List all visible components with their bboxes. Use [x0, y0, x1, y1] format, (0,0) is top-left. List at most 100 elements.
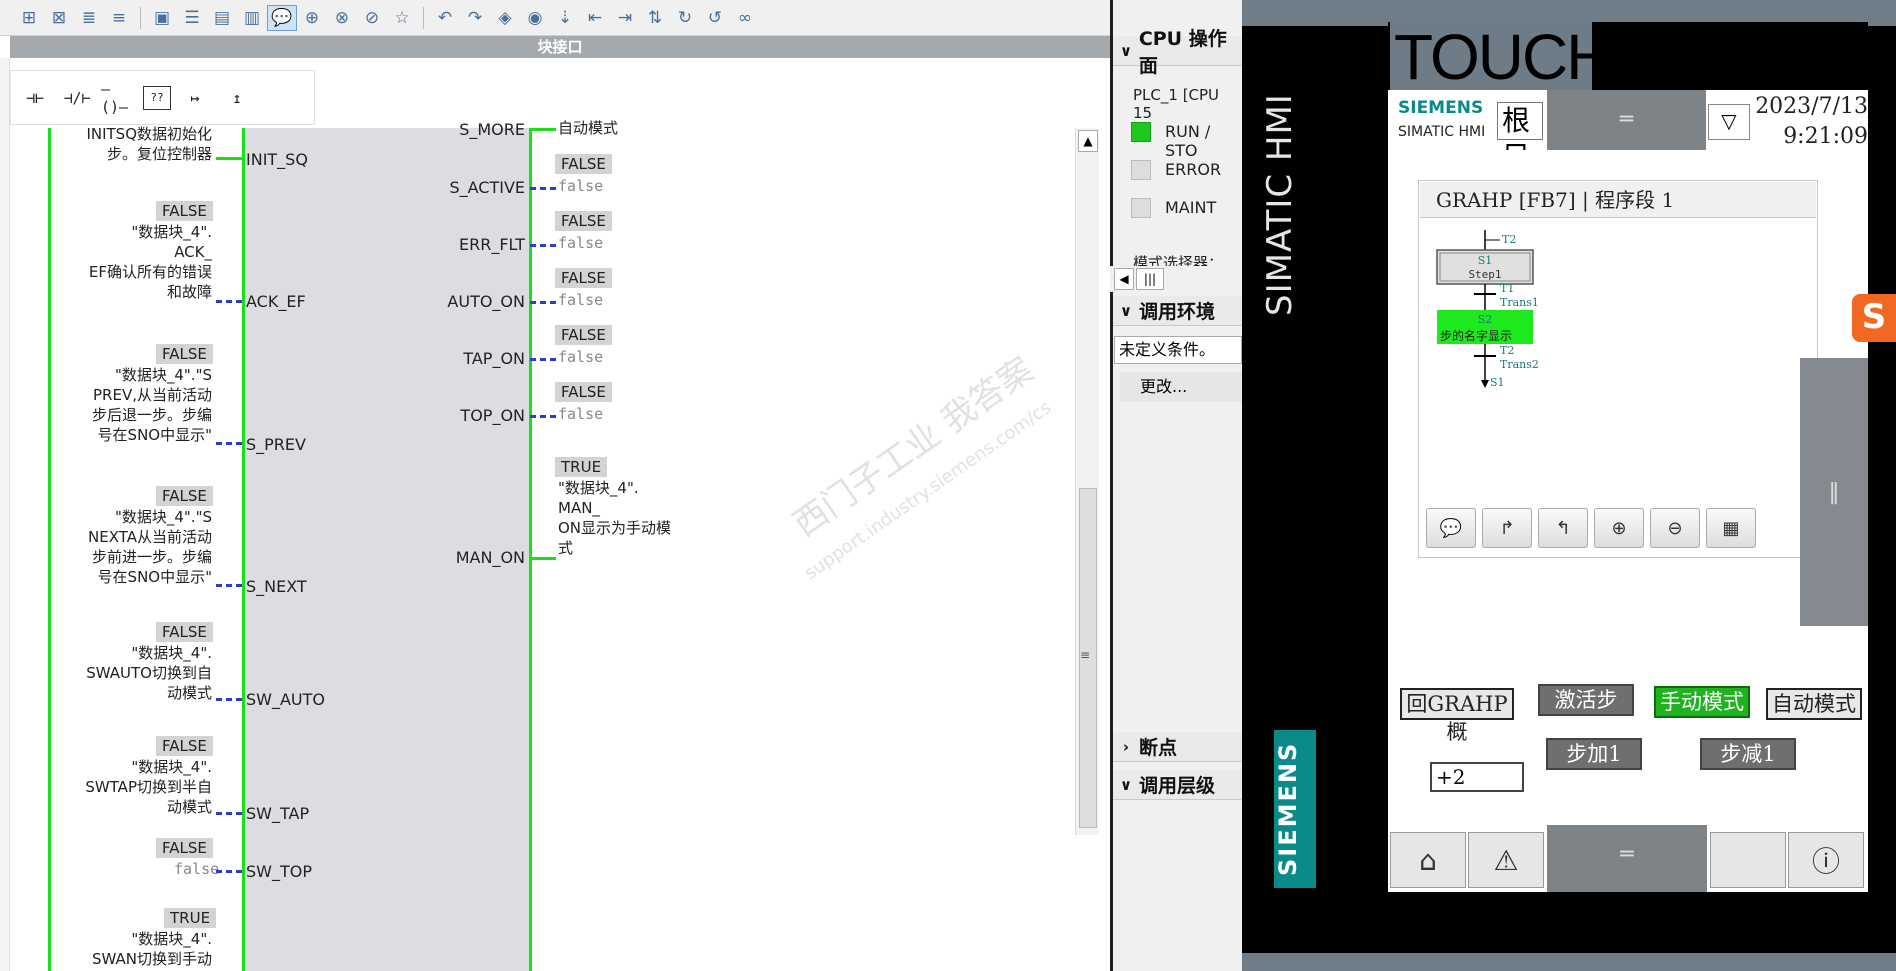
goto-step-icon[interactable]: ↱	[1482, 508, 1532, 548]
empty-box-icon[interactable]: ??	[143, 85, 171, 110]
monitor-off-icon[interactable]: ↺	[700, 5, 730, 31]
operand-display-icon[interactable]: ⊗	[327, 5, 357, 31]
hmi-time: 9:21:09	[1783, 124, 1868, 149]
input-method-badge[interactable]: S	[1852, 294, 1896, 342]
coil-icon[interactable]: –()–	[101, 80, 137, 116]
tag-info-icon[interactable]: ⊘	[357, 5, 387, 31]
screen-name-field[interactable]: 根目	[1497, 102, 1543, 173]
open-branch-icon[interactable]: ↦	[177, 81, 213, 115]
insert-row-icon[interactable]: ≣	[74, 5, 104, 31]
chevron-down-icon: ∨	[1119, 41, 1132, 60]
footer-slide-handle[interactable]: ═	[1547, 825, 1707, 892]
run-stop-led	[1131, 122, 1151, 142]
cpu-panel-title: CPU 操作面	[1138, 27, 1227, 77]
graph-window-title: GRAHP [FB7] | 程序段 1	[1420, 182, 1816, 218]
prev-error-icon[interactable]: ⇤	[580, 5, 610, 31]
back-to-graph-button[interactable]: 回GRAHP概	[1400, 688, 1514, 744]
open-all-icon[interactable]: ▤	[207, 5, 237, 31]
zoom-out-icon[interactable]: ⊖	[1650, 508, 1700, 548]
block-interface-bar[interactable]: 块接口	[10, 36, 1110, 58]
next-error-icon[interactable]: ⇥	[610, 5, 640, 31]
cpu-panel-header[interactable]: ∨ CPU 操作面	[1113, 28, 1245, 77]
editor-vertical-scrollbar[interactable]: ▲ ≡	[1075, 128, 1099, 835]
delete-network-icon[interactable]: ⊠	[44, 5, 74, 31]
call-hierarchy-header[interactable]: ∨ 调用层级	[1113, 770, 1245, 800]
modify-icon[interactable]: ◉	[520, 5, 550, 31]
cpu-name: PLC_1 [CPU 15	[1133, 86, 1220, 122]
step-value-field[interactable]: +2	[1430, 762, 1524, 792]
goto-next-icon[interactable]: ↷	[460, 5, 490, 31]
call-hierarchy-title: 调用层级	[1139, 775, 1216, 797]
ladder-element-bar: ⊣⊢ ⊣/⊢ –()– ?? ↦ ↥	[10, 70, 315, 125]
sort-icon[interactable]: ⇅	[640, 5, 670, 31]
maint-led	[1131, 198, 1151, 218]
hmi-bottom-bar	[1242, 953, 1896, 971]
monitor-on-icon[interactable]: ↻	[670, 5, 700, 31]
list-icon[interactable]: ☰	[177, 5, 207, 31]
tools-horizontal-scrollbar[interactable]: ◀ |||	[1110, 266, 1242, 292]
scroll-up-icon[interactable]: ▲	[1078, 130, 1098, 152]
side-slide-handle[interactable]: ‖	[1800, 358, 1868, 626]
pin-auto-on: AUTO_ON	[447, 292, 525, 311]
zoom-in-icon[interactable]: ⊕	[1594, 508, 1644, 548]
close-branch-icon[interactable]: ↥	[219, 81, 255, 115]
value-sw-man: TRUE	[164, 908, 217, 928]
download-icon[interactable]: ⇣	[550, 5, 580, 31]
value-top-on: FALSE	[555, 382, 612, 402]
step-up-button[interactable]: 步加1	[1546, 738, 1642, 770]
activate-step-button[interactable]: 激活步	[1538, 684, 1634, 716]
alarm-icon[interactable]: ⚠	[1468, 832, 1544, 888]
block-output-rail	[529, 128, 532, 971]
graph-sequence-diagram[interactable]: T2 S1 Step1 T1 Trans1 S2 步的名字显示 T2 Trans…	[1422, 222, 1622, 422]
toolbar-separator	[140, 6, 141, 29]
simatic-hmi-label: SIMATIC HMI	[1398, 124, 1486, 140]
chevron-down-icon[interactable]: ▽	[1708, 104, 1750, 140]
home-icon[interactable]: ⌂	[1390, 832, 1466, 888]
call-env-header[interactable]: ∨ 调用环境	[1113, 296, 1245, 326]
wire-s-next	[216, 584, 244, 587]
comment-sw-man: "数据块_4". SWAN切换到手动	[91, 930, 212, 968]
monitor-icon[interactable]: ◈	[490, 5, 520, 31]
change-button[interactable]: 更改...	[1120, 372, 1242, 402]
blank-footer-button[interactable]	[1710, 832, 1786, 888]
manual-mode-button[interactable]: 手动模式	[1654, 686, 1750, 718]
header-slide-handle[interactable]: ═	[1547, 90, 1706, 158]
breakpoint-header[interactable]: › 断点	[1113, 732, 1245, 762]
absolute-operand-icon[interactable]: ⊕	[297, 5, 327, 31]
pin-err-flt: ERR_FLT	[458, 235, 525, 254]
goto-back-icon[interactable]: ↰	[1538, 508, 1588, 548]
comment-ack-ef: "数据块_4". ACK_ EF确认所有的错误 和故障	[88, 223, 212, 301]
append-row-icon[interactable]: ≡	[104, 5, 134, 31]
comment-icon[interactable]: 💬	[267, 4, 297, 31]
run-stop-label: RUN / STO	[1165, 122, 1211, 160]
value-err-flt: FALSE	[555, 211, 612, 231]
chevron-down-icon: ∨	[1119, 301, 1133, 320]
value-sw-auto: FALSE	[156, 622, 213, 642]
siemens-vertical-logo: SIEMENS	[1274, 730, 1316, 888]
manual-control-icon[interactable]: ▦	[1706, 508, 1756, 548]
goto-icon[interactable]: ↶	[430, 5, 460, 31]
graph-step1-name: Step1	[1468, 268, 1501, 281]
auto-mode-button[interactable]: 自动模式	[1766, 688, 1862, 720]
step-down-button[interactable]: 步减1	[1700, 738, 1796, 770]
expand-icon[interactable]: ▣	[147, 5, 177, 31]
editor-left-edge	[0, 58, 10, 971]
favorites-icon[interactable]: ☆	[387, 5, 417, 31]
pin-man-on: MAN_ON	[455, 548, 525, 567]
wire-s-prev	[216, 442, 244, 445]
normally-closed-contact-icon[interactable]: ⊣/⊢	[59, 81, 95, 115]
normally-open-contact-icon[interactable]: ⊣⊢	[17, 81, 53, 115]
condition-field[interactable]: 未定义条件。	[1114, 336, 1242, 364]
wire-man-on	[530, 557, 556, 560]
glasses-icon[interactable]: ∞	[730, 5, 760, 31]
pin-tap-on: TAP_ON	[463, 349, 525, 368]
scroll-left-icon[interactable]: ◀	[1114, 268, 1134, 290]
graph-t1-number: T1	[1500, 282, 1514, 295]
insert-network-icon[interactable]: ⊞	[14, 5, 44, 31]
comment-icon[interactable]: 💬	[1426, 508, 1476, 548]
info-icon[interactable]: ⓘ	[1788, 832, 1864, 888]
close-all-icon[interactable]: ▥	[237, 5, 267, 31]
scroll-thumb[interactable]: |||	[1136, 268, 1164, 290]
error-label: ERROR	[1165, 160, 1222, 179]
graph-t1-name: Trans1	[1500, 296, 1539, 309]
